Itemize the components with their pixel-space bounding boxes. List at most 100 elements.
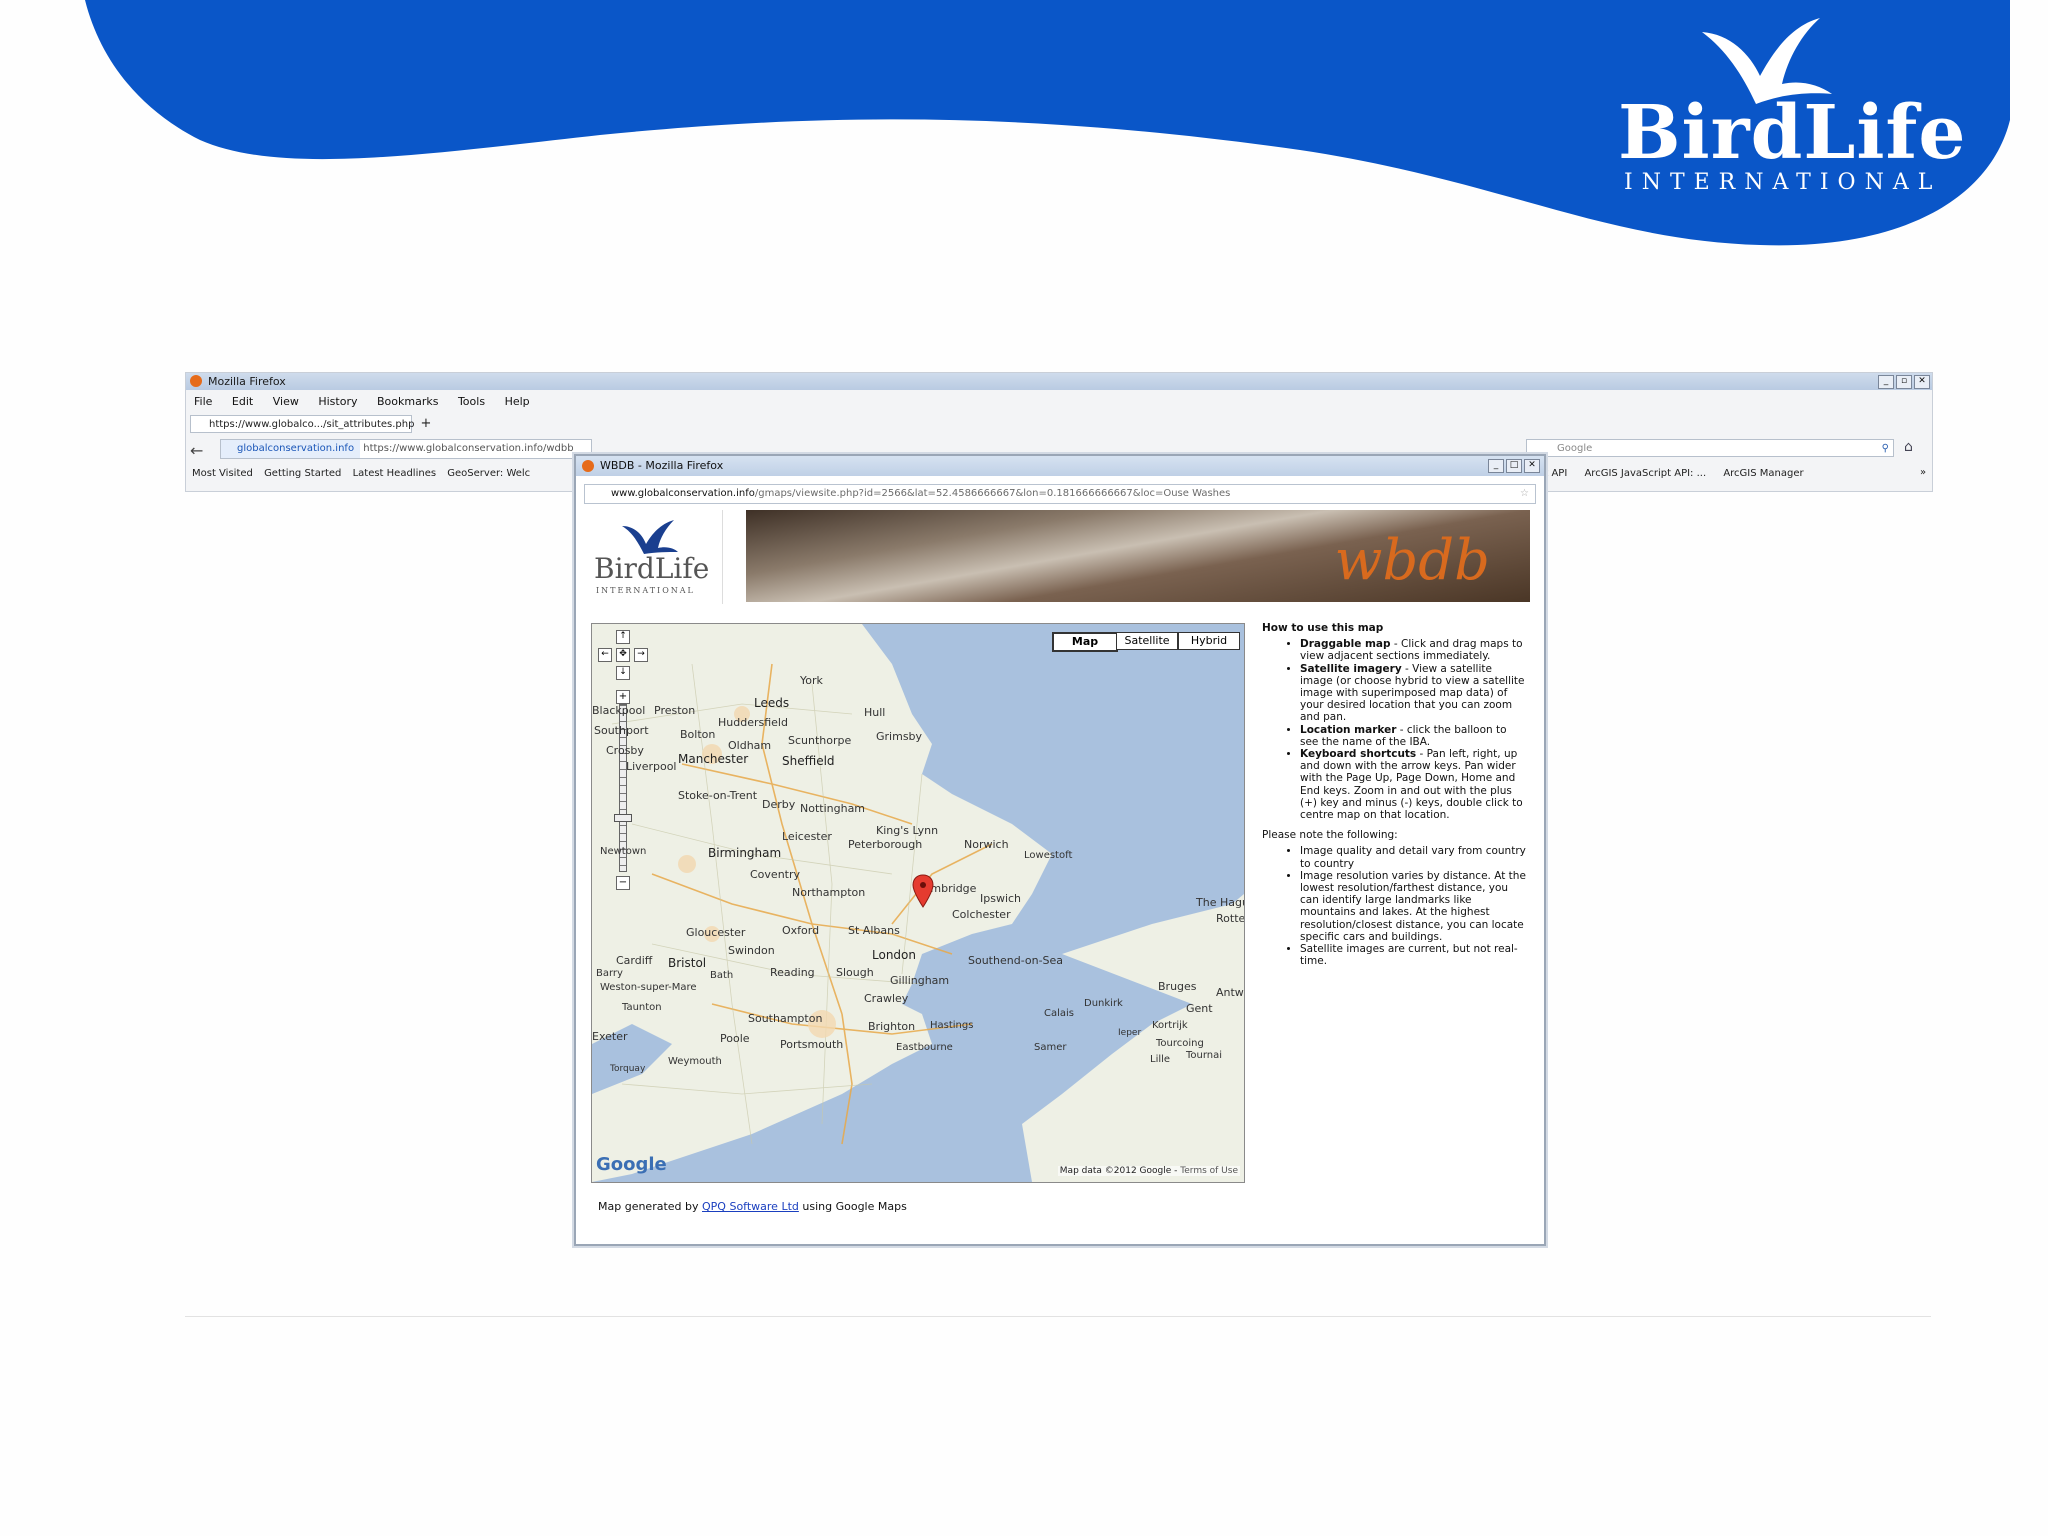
page-logo-subtitle: INTERNATIONAL (596, 586, 695, 595)
banner-wbdb-text: wbdb (1334, 528, 1490, 593)
tab-label: https://www.globalco.../sit_attributes.p… (209, 419, 415, 430)
map-city-label: Newtown (600, 846, 647, 857)
bookmark-latest-headlines[interactable]: Latest Headlines (353, 468, 437, 479)
pan-right-button[interactable]: → (634, 648, 648, 662)
qpq-software-link[interactable]: QPQ Software Ltd (702, 1200, 799, 1213)
search-placeholder: Google (1557, 443, 1593, 454)
map-city-label: Leeds (754, 696, 790, 710)
map-type-satellite-button[interactable]: Satellite (1116, 632, 1178, 650)
map-attribution: Map data ©2012 Google - Terms of Use (1057, 1166, 1240, 1176)
map-city-label: Northampton (792, 886, 866, 899)
map-type-hybrid-button[interactable]: Hybrid (1178, 632, 1240, 650)
menu-bookmarks[interactable]: Bookmarks (377, 395, 438, 408)
map-city-label: Samer (1034, 1042, 1067, 1053)
map-city-label: London (872, 948, 916, 962)
map-city-label: Derby (762, 798, 796, 811)
map-city-label: Kortrijk (1152, 1020, 1188, 1031)
help-item: Location marker - click the balloon to s… (1300, 724, 1527, 748)
popup-url-host: www.globalconservation.info (611, 488, 755, 499)
popup-url-path: /gmaps/viewsite.php?id=2566&lat=52.45866… (754, 488, 1231, 499)
map-city-label: Crosby (606, 744, 644, 757)
pan-center-button[interactable]: ✥ (616, 648, 630, 662)
search-input[interactable]: Google ⚲ (1526, 439, 1894, 457)
minimize-button[interactable]: _ (1878, 375, 1894, 389)
map-type-map-button[interactable]: Map (1052, 632, 1118, 652)
pan-left-button[interactable]: ← (598, 648, 612, 662)
map-city-label: York (800, 674, 823, 687)
bookmark-most-visited[interactable]: Most Visited (192, 468, 253, 479)
close-button[interactable]: ✕ (1914, 375, 1930, 389)
new-tab-button[interactable]: + (416, 415, 436, 433)
popup-minimize-button[interactable]: _ (1488, 459, 1504, 473)
zoom-out-button[interactable]: − (616, 876, 630, 890)
menu-view[interactable]: View (273, 395, 299, 408)
menu-tools[interactable]: Tools (458, 395, 485, 408)
popup-title: WBDB - Mozilla Firefox (600, 459, 724, 472)
browser-tab[interactable]: https://www.globalco.../sit_attributes.p… (190, 415, 415, 433)
pan-down-button[interactable]: ↓ (616, 666, 630, 680)
site-identity[interactable]: globalconservation.info (221, 440, 361, 458)
menu-edit[interactable]: Edit (232, 395, 253, 408)
menu-help[interactable]: Help (505, 395, 530, 408)
map-city-label: Reading (770, 966, 815, 979)
birdlife-bird-icon (622, 520, 678, 554)
home-icon[interactable]: ⌂ (1904, 439, 1913, 455)
map-city-label: Barry (596, 968, 623, 979)
map-city-label: Slough (836, 966, 874, 979)
map-city-label: Southampton (748, 1012, 823, 1025)
map-city-label: Swindon (728, 944, 775, 957)
brand-name: BirdLife (1618, 90, 1967, 176)
note-item: Satellite images are current, but not re… (1300, 943, 1527, 967)
bookmarks-overflow-icon[interactable]: » (1920, 467, 1926, 478)
bookmark-getting-started[interactable]: Getting Started (264, 468, 341, 479)
zoom-in-button[interactable]: + (616, 690, 630, 704)
note-list: Image quality and detail vary from count… (1262, 845, 1527, 967)
pan-up-button[interactable]: ↑ (616, 630, 630, 644)
popup-close-button[interactable]: ✕ (1524, 459, 1540, 473)
url-bar[interactable]: globalconservation.info https://www.glob… (220, 439, 592, 459)
credit-suffix: using Google Maps (798, 1200, 907, 1213)
popup-titlebar: WBDB - Mozilla Firefox _ □ ✕ (576, 456, 1544, 476)
map-city-label: Birmingham (708, 846, 782, 860)
map-city-label: Colchester (952, 908, 1011, 921)
map-city-label: Dunkirk (1084, 998, 1123, 1009)
map-city-label: Ipswich (980, 892, 1022, 905)
map-city-label: Bath (710, 970, 734, 981)
back-arrow-icon[interactable]: ← (190, 441, 203, 460)
map-credit: Map generated by QPQ Software Ltd using … (598, 1200, 907, 1213)
map-city-label: Sheffield (782, 754, 835, 768)
search-icon[interactable]: ⚲ (1882, 440, 1889, 458)
map-city-label: Stoke-on-Trent (678, 789, 758, 802)
help-list: Draggable map - Click and drag maps to v… (1262, 638, 1527, 821)
map-city-label: Liverpool (626, 760, 677, 773)
help-panel: How to use this map Draggable map - Clic… (1262, 622, 1527, 973)
menu-bar: File Edit View History Bookmarks Tools H… (194, 395, 546, 408)
menu-file[interactable]: File (194, 395, 212, 408)
bookmark-star-icon[interactable]: ☆ (1520, 485, 1529, 503)
bookmark-arcgis-manager[interactable]: ArcGIS Manager (1723, 468, 1803, 479)
bookmark-arcgis-js-api[interactable]: ArcGIS JavaScript API: ... (1584, 468, 1706, 479)
help-term: Location marker (1300, 723, 1397, 736)
map-city-label: Gloucester (686, 926, 746, 939)
map-city-label: Brighton (868, 1020, 916, 1033)
popup-maximize-button[interactable]: □ (1506, 459, 1522, 473)
help-item: Keyboard shortcuts - Pan left, right, up… (1300, 748, 1527, 821)
map-city-label: Tournai (1186, 1050, 1223, 1061)
google-map[interactable]: ↑ ← ✥ → ↓ + − Map Satellite Hybrid York … (591, 623, 1245, 1183)
map-city-label: Norwich (964, 838, 1009, 851)
location-marker-icon[interactable] (912, 874, 934, 908)
zoom-slider-handle[interactable] (614, 814, 632, 822)
popup-url-bar[interactable]: www.globalconservation.info/gmaps/viewsi… (584, 484, 1536, 504)
bookmarks-toolbar-right: pt API ArcGIS JavaScript API: ... ArcGIS… (1538, 468, 1804, 479)
map-city-label: Tourcoing (1156, 1038, 1204, 1049)
credit-prefix: Map generated by (598, 1200, 703, 1213)
menu-history[interactable]: History (318, 395, 357, 408)
terms-link[interactable]: Terms of Use (1180, 1166, 1238, 1176)
map-city-label: Nottingham (800, 802, 866, 815)
map-city-label: Gent (1186, 1002, 1213, 1015)
map-city-label: Ieper (1118, 1028, 1142, 1038)
restore-button[interactable]: ▫ (1896, 375, 1912, 389)
birdlife-page-logo[interactable]: BirdLife INTERNATIONAL (582, 510, 723, 604)
bookmark-geoserver[interactable]: GeoServer: Welc (447, 468, 530, 479)
firefox-icon (582, 460, 594, 472)
